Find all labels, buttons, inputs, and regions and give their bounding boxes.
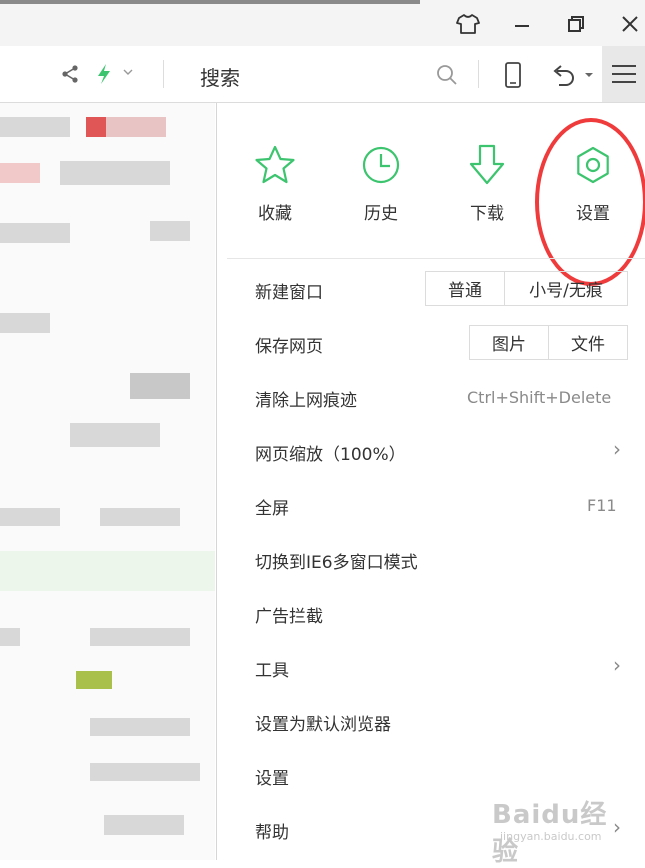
save-page-options: 图片 文件 bbox=[469, 325, 628, 360]
mobile-button[interactable] bbox=[500, 60, 526, 90]
chevron-down-icon bbox=[123, 69, 133, 75]
tshirt-icon bbox=[456, 14, 480, 34]
menu-divider bbox=[227, 258, 645, 259]
new-window-options: 普通 小号/无痕 bbox=[425, 271, 628, 306]
clear-traces-shortcut: Ctrl+Shift+Delete bbox=[467, 388, 612, 407]
main-menu-button[interactable] bbox=[602, 46, 645, 102]
search-box-text[interactable]: 搜索 bbox=[200, 62, 240, 91]
skin-button[interactable] bbox=[452, 8, 484, 40]
zoom-item[interactable]: 网页缩放（100%） bbox=[255, 435, 635, 469]
help-chevron-icon: › bbox=[613, 815, 621, 839]
toolbar-separator bbox=[478, 60, 479, 88]
search-button[interactable] bbox=[434, 62, 460, 88]
close-icon bbox=[622, 16, 638, 32]
save-as-image-button[interactable]: 图片 bbox=[470, 326, 548, 359]
save-page-label: 保存网页 bbox=[255, 336, 323, 357]
fullscreen-item[interactable]: 全屏 bbox=[255, 489, 635, 523]
fullscreen-label: 全屏 bbox=[255, 498, 289, 519]
default-browser-label: 设置为默认浏览器 bbox=[255, 714, 391, 735]
favorites-button[interactable]: 收藏 bbox=[235, 143, 315, 224]
phone-icon bbox=[505, 62, 521, 88]
tools-label: 工具 bbox=[255, 660, 289, 681]
title-bar-edge bbox=[0, 0, 420, 4]
tools-item[interactable]: 工具 bbox=[255, 651, 635, 685]
clock-icon bbox=[362, 146, 400, 184]
download-label: 下载 bbox=[470, 204, 504, 224]
help-label: 帮助 bbox=[255, 822, 289, 843]
restore-button[interactable] bbox=[560, 8, 592, 40]
settings-quick-label: 设置 bbox=[576, 204, 610, 224]
clear-traces-label: 清除上网痕迹 bbox=[255, 390, 357, 411]
save-as-file-button[interactable]: 文件 bbox=[548, 326, 627, 359]
new-window-incognito-button[interactable]: 小号/无痕 bbox=[504, 272, 627, 305]
undo-close-button[interactable] bbox=[548, 61, 578, 89]
search-icon bbox=[437, 65, 457, 85]
favorites-label: 收藏 bbox=[258, 204, 292, 224]
speed-mode-button[interactable] bbox=[92, 62, 116, 86]
history-button[interactable]: 历史 bbox=[341, 143, 421, 224]
undo-dropdown[interactable] bbox=[583, 70, 595, 80]
new-window-normal-button[interactable]: 普通 bbox=[426, 272, 504, 305]
share-button[interactable] bbox=[58, 62, 82, 86]
hamburger-icon bbox=[611, 65, 636, 83]
zoom-chevron-icon: › bbox=[613, 437, 621, 461]
download-arrow-icon bbox=[469, 144, 505, 185]
share-icon bbox=[62, 65, 78, 83]
title-bar bbox=[0, 0, 645, 46]
default-browser-item[interactable]: 设置为默认浏览器 bbox=[255, 705, 635, 739]
blurred-page-content bbox=[0, 103, 215, 860]
star-icon bbox=[255, 145, 295, 184]
lightning-icon bbox=[98, 64, 110, 84]
help-item[interactable]: 帮助 bbox=[255, 813, 635, 847]
restore-icon bbox=[568, 16, 584, 32]
settings-quick-button[interactable]: 设置 bbox=[553, 143, 633, 224]
tools-chevron-icon: › bbox=[613, 653, 621, 677]
close-button[interactable] bbox=[614, 8, 645, 40]
ie6-mode-label: 切换到IE6多窗口模式 bbox=[255, 552, 418, 573]
settings-item[interactable]: 设置 bbox=[255, 759, 635, 793]
toolbar-separator bbox=[163, 60, 164, 88]
download-button[interactable]: 下载 bbox=[447, 143, 527, 224]
minimize-button[interactable] bbox=[506, 8, 538, 40]
history-label: 历史 bbox=[364, 204, 398, 224]
caret-down-icon bbox=[585, 73, 593, 77]
fullscreen-shortcut: F11 bbox=[587, 496, 617, 515]
new-window-label: 新建窗口 bbox=[255, 282, 323, 303]
undo-icon bbox=[553, 65, 574, 86]
gear-icon bbox=[577, 146, 609, 184]
address-toolbar: 搜索 bbox=[0, 46, 645, 103]
ad-block-item[interactable]: 广告拦截 bbox=[255, 597, 635, 631]
ad-block-label: 广告拦截 bbox=[255, 606, 323, 627]
ie6-mode-item[interactable]: 切换到IE6多窗口模式 bbox=[255, 543, 635, 577]
settings-label: 设置 bbox=[255, 768, 289, 789]
browser-main-menu: 收藏 历史 下载 设置 新建窗口 普通 小号/无痕 保存网页 图片 文件 清除上… bbox=[216, 103, 645, 860]
zoom-label: 网页缩放（100%） bbox=[255, 444, 406, 465]
speed-mode-dropdown[interactable] bbox=[122, 66, 134, 78]
minimize-icon bbox=[515, 25, 529, 27]
